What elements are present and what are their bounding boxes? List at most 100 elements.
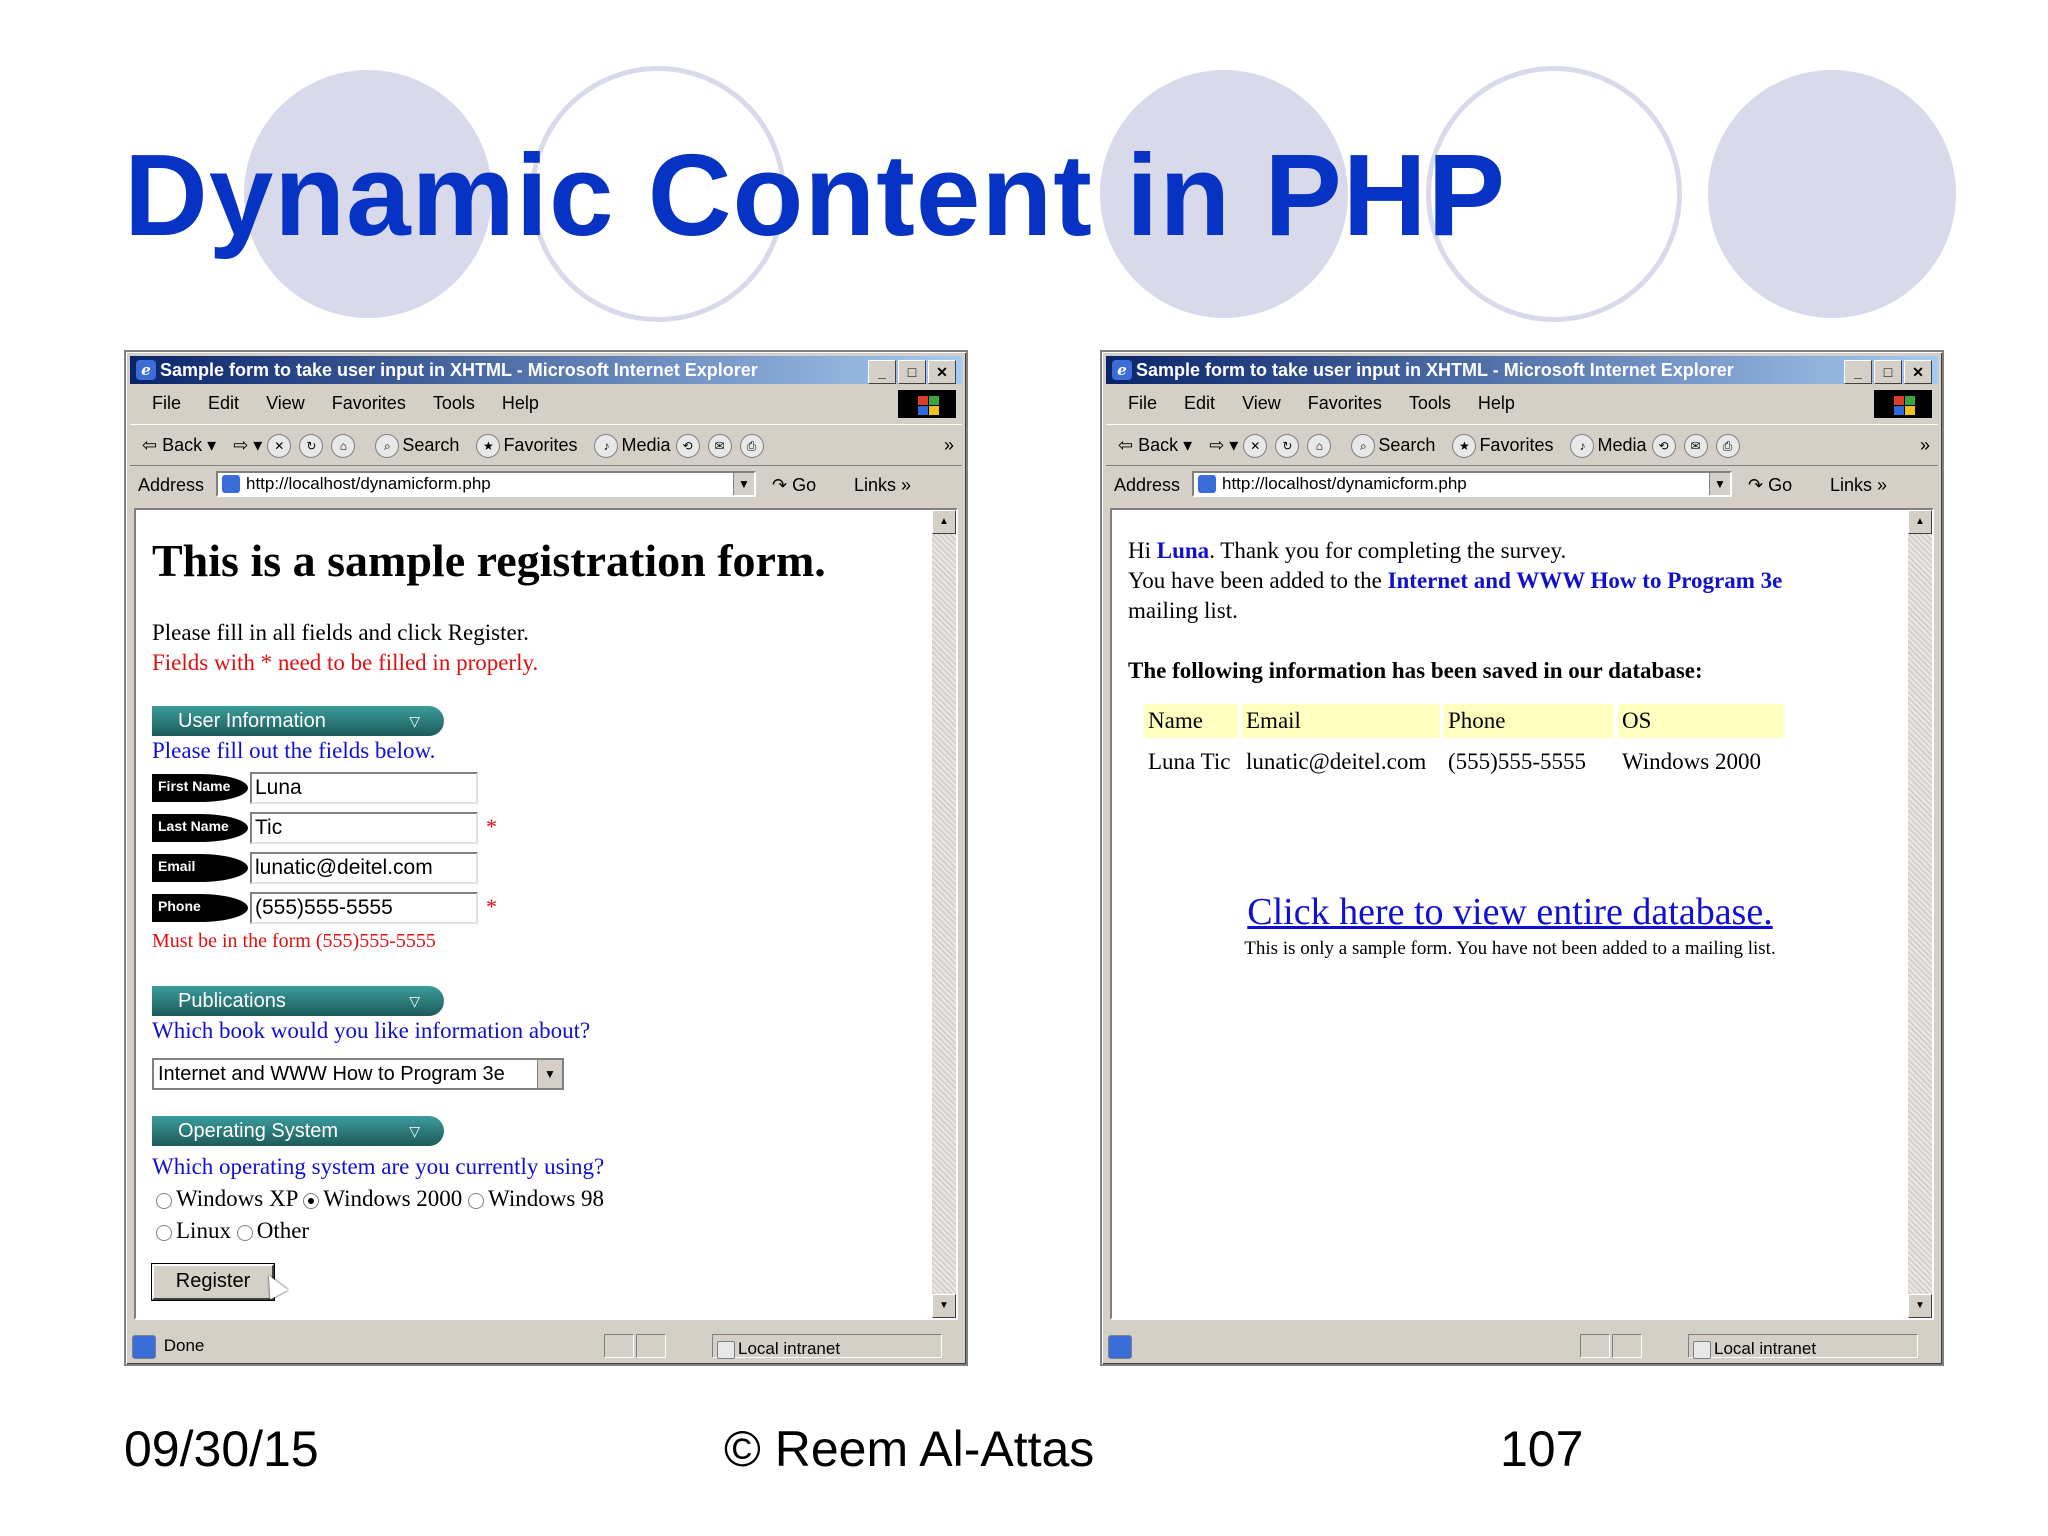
last-name-required-mark: * [486,814,497,839]
phone-label: Phone [152,894,248,922]
section-user-label: User Information [178,710,326,732]
window-title: Sample form to take user input in XHTML … [160,360,758,380]
close-button[interactable]: ✕ [1904,360,1932,384]
menu-tools[interactable]: Tools [433,393,475,413]
menu-edit[interactable]: Edit [208,393,239,413]
table-cell: Luna Tic [1148,749,1231,774]
ie-logo-icon: e [136,360,156,380]
home-icon[interactable]: ⌂ [1307,434,1332,459]
menu-file[interactable]: File [1128,393,1157,413]
table-cell: Windows 2000 [1622,749,1761,774]
favorites-button[interactable]: ★ Favorites [476,434,578,459]
forward-button[interactable]: ⇨ ▾ [233,435,262,455]
table-header: OS [1618,704,1784,738]
menu-favorites[interactable]: Favorites [1308,393,1382,413]
menu-favorites[interactable]: Favorites [332,393,406,413]
address-dropdown-icon[interactable]: ▼ [1709,473,1730,495]
maximize-button[interactable]: □ [1874,360,1902,384]
chevron-down-icon: ▽ [409,713,420,729]
address-input[interactable]: http://localhost/dynamicform.php ▼ [1192,471,1732,497]
stop-icon[interactable]: ✕ [1243,434,1268,459]
table-cell: lunatic@deitel.com [1246,749,1427,774]
vertical-scrollbar[interactable]: ▲ ▼ [1908,510,1932,1318]
history-icon[interactable]: ⟲ [1651,434,1676,459]
menu-tools[interactable]: Tools [1409,393,1451,413]
os-option-windows-98[interactable]: Windows 98 [468,1186,604,1211]
register-button[interactable]: Register [151,1263,275,1301]
forward-button[interactable]: ⇨ ▾ [1209,435,1238,455]
links-label: Links [1830,475,1873,495]
back-label: Back [162,435,203,455]
links-label: Links [854,475,897,495]
maximize-button[interactable]: □ [898,360,926,384]
go-button[interactable]: ↷ Go [1748,468,1792,502]
decor-circle-3 [1708,70,1956,318]
phone-input[interactable]: (555)555-5555 [250,892,478,924]
menu-edit[interactable]: Edit [1184,393,1215,413]
menu-help[interactable]: Help [1478,393,1515,413]
page-icon [1198,475,1216,493]
history-icon[interactable]: ⟲ [675,434,700,459]
radio-selected-icon [303,1192,320,1209]
book-select[interactable]: Internet and WWW How to Program 3e ▼ [152,1058,564,1090]
intranet-icon [1693,1340,1711,1359]
vertical-scrollbar[interactable]: ▲ ▼ [932,510,956,1318]
search-button[interactable]: ⌕ Search [1351,434,1435,459]
mail-icon[interactable]: ✉ [1683,434,1708,459]
links-button[interactable]: Links » [854,468,911,502]
toolbar-overflow-icon[interactable]: » [1920,425,1930,465]
address-url: http://localhost/dynamicform.php [1222,474,1467,493]
scroll-down-icon[interactable]: ▼ [1908,1294,1932,1318]
address-dropdown-icon[interactable]: ▼ [733,473,754,495]
menu-file[interactable]: File [152,393,181,413]
email-input[interactable]: lunatic@deitel.com [250,852,478,884]
address-input[interactable]: http://localhost/dynamicform.php ▼ [216,471,756,497]
first-name-label: First Name [152,774,248,802]
refresh-icon[interactable]: ↻ [299,434,324,459]
sample-note: This is only a sample form. You have not… [1244,938,1776,959]
menu-help[interactable]: Help [502,393,539,413]
favorites-button[interactable]: ★ Favorites [1452,434,1553,459]
section-os-label: Operating System [178,1120,339,1142]
greeting-line: Hi Luna. Thank you for completing the su… [1128,538,1566,564]
scroll-up-icon[interactable]: ▲ [1908,510,1932,534]
home-icon[interactable]: ⌂ [331,434,356,459]
toolbar: ⇦ Back ▾ ⇨ ▾ ✕ ↻ ⌂ ⌕ Search ★ Favorites ♪ M… [130,424,962,466]
go-label: Go [1768,475,1793,495]
last-name-input[interactable]: Tic [250,812,478,844]
view-database-link[interactable]: Click here to view entire database. [1112,890,1908,934]
os-option-linux[interactable]: Linux [156,1218,231,1243]
chevron-down-icon[interactable]: ▼ [537,1060,562,1088]
menu-view[interactable]: View [1242,393,1281,413]
favorites-icon: ★ [476,434,501,459]
first-name-input[interactable]: Luna [250,772,478,804]
media-button[interactable]: ♪ Media [1570,434,1647,459]
scroll-up-icon[interactable]: ▲ [932,510,956,534]
os-option-windows-2000[interactable]: Windows 2000 [303,1186,462,1211]
links-button[interactable]: Links » [1830,468,1887,502]
toolbar-overflow-icon[interactable]: » [944,425,954,465]
minimize-button[interactable]: _ [1844,360,1872,384]
refresh-icon[interactable]: ↻ [1275,434,1300,459]
mail-icon[interactable]: ✉ [707,434,732,459]
os-option-other[interactable]: Other [236,1218,309,1243]
favorites-label: Favorites [503,435,578,455]
media-button[interactable]: ♪ Media [594,434,671,459]
close-button[interactable]: ✕ [928,360,956,384]
go-button[interactable]: ↷ Go [772,468,816,502]
search-button[interactable]: ⌕ Search [375,434,459,459]
menu-view[interactable]: View [266,393,305,413]
os-option-windows-xp[interactable]: Windows XP [156,1186,298,1211]
table-header: Phone [1444,704,1614,738]
page-content-form: This is a sample registration form. Plea… [134,508,958,1320]
status-zone: Local intranet [1688,1334,1918,1359]
window-titlebar: e Sample form to take user input in XHTML… [130,356,962,384]
print-icon[interactable]: ⎙ [1715,434,1740,459]
stop-icon[interactable]: ✕ [267,434,292,459]
back-button[interactable]: ⇦ Back ▾ [1118,435,1192,455]
print-icon[interactable]: ⎙ [739,434,764,459]
intranet-icon [717,1340,735,1359]
scroll-down-icon[interactable]: ▼ [932,1294,956,1318]
back-button[interactable]: ⇦ Back ▾ [142,435,216,455]
minimize-button[interactable]: _ [868,360,896,384]
